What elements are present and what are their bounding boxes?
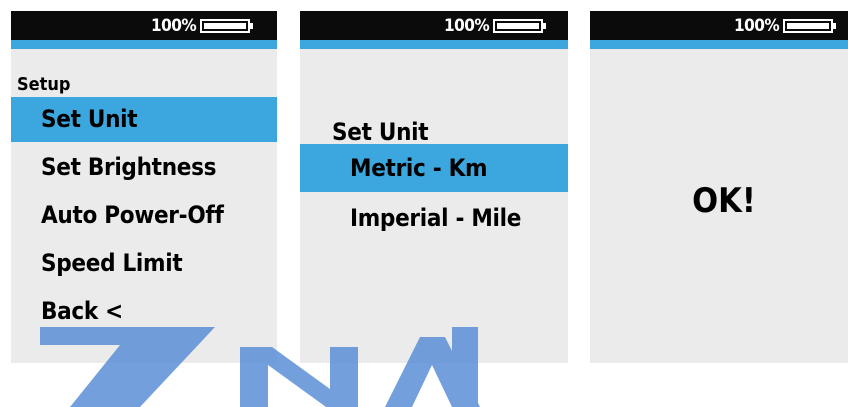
- status-bar: 100%: [300, 11, 568, 40]
- menu-item-set-unit[interactable]: Set Unit: [11, 97, 277, 142]
- battery-icon: [493, 19, 543, 33]
- battery-icon: [783, 19, 833, 33]
- status-bar: 100%: [590, 11, 848, 40]
- battery-icon: [200, 19, 250, 33]
- menu-item-set-brightness[interactable]: Set Brightness: [11, 145, 277, 190]
- confirmation-screen: 100% OK!: [590, 11, 848, 363]
- set-unit-screen: 100% Set Unit Metric - Km Imperial - Mil…: [300, 11, 568, 363]
- menu-item-back[interactable]: Back <: [11, 289, 277, 334]
- battery-percent: 100%: [151, 16, 197, 36]
- status-divider: [11, 40, 277, 49]
- status-bar: 100%: [11, 11, 277, 40]
- battery-tip: [543, 23, 546, 29]
- battery-percent: 100%: [444, 16, 490, 36]
- status-divider: [590, 40, 848, 49]
- setup-screen: 100% Setup Set Unit Set Brightness Auto …: [11, 11, 277, 363]
- battery-tip: [250, 23, 253, 29]
- set-unit-heading: Set Unit: [332, 118, 429, 146]
- ok-message: OK!: [692, 181, 756, 221]
- option-imperial[interactable]: Imperial - Mile: [300, 194, 568, 242]
- battery-tip: [833, 23, 836, 29]
- menu-item-speed-limit[interactable]: Speed Limit: [11, 241, 277, 286]
- menu-item-auto-power-off[interactable]: Auto Power-Off: [11, 193, 277, 238]
- status-divider: [300, 40, 568, 49]
- battery-percent: 100%: [734, 16, 780, 36]
- option-metric[interactable]: Metric - Km: [300, 144, 568, 192]
- setup-heading: Setup: [17, 74, 71, 95]
